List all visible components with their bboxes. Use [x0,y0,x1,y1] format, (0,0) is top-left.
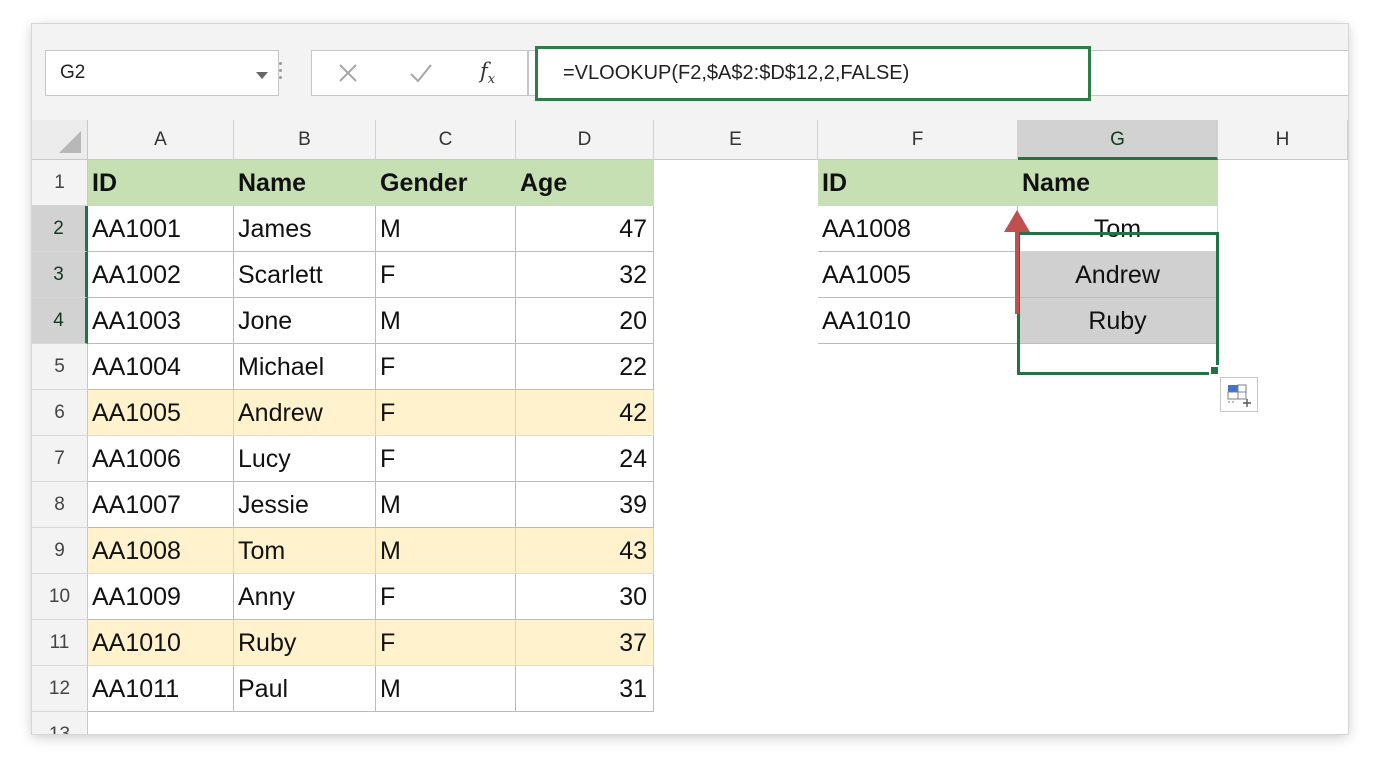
cell-b11[interactable]: Ruby [234,620,376,666]
cell-g4[interactable]: Ruby [1018,298,1218,344]
column-header-a[interactable]: A [88,120,234,160]
column-header-e[interactable]: E [654,120,818,160]
cell-f3[interactable]: AA1005 [818,252,1018,298]
name-box-value: G2 [60,62,86,83]
cell-b12[interactable]: Paul [234,666,376,712]
cell-b8[interactable]: Jessie [234,482,376,528]
worksheet-grid: A B C D E F G H 1 2 3 4 5 6 7 8 9 10 11 … [32,120,1348,734]
row-header-13[interactable]: 13 [32,712,88,734]
cell-a9[interactable]: AA1008 [88,528,234,574]
cell-d6[interactable]: 42 [516,390,654,436]
row-header-12[interactable]: 12 [32,666,88,712]
cell-a10[interactable]: AA1009 [88,574,234,620]
formula-text: =VLOOKUP(F2,$A$2:$D$12,2,FALSE) [563,62,910,84]
cell-b1[interactable]: Name [234,160,376,206]
fill-handle[interactable] [1209,365,1220,376]
cell-d11[interactable]: 37 [516,620,654,666]
insert-function-icon[interactable]: fx [480,59,495,87]
cell-c4[interactable]: M [376,298,516,344]
name-box[interactable]: G2 [45,50,279,96]
grip-icon[interactable] [274,58,286,88]
row-header-6[interactable]: 6 [32,390,88,436]
cell-d12[interactable]: 31 [516,666,654,712]
cell-d5[interactable]: 22 [516,344,654,390]
formula-highlight[interactable]: =VLOOKUP(F2,$A$2:$D$12,2,FALSE) [535,46,1091,101]
cell-c7[interactable]: F [376,436,516,482]
cell-g2[interactable]: Tom [1018,206,1218,252]
cell-a5[interactable]: AA1004 [88,344,234,390]
cell-b6[interactable]: Andrew [234,390,376,436]
column-header-f[interactable]: F [818,120,1018,160]
column-header-d[interactable]: D [516,120,654,160]
cell-d10[interactable]: 30 [516,574,654,620]
cell-b3[interactable]: Scarlett [234,252,376,298]
formula-actions: fx [311,50,528,96]
cell-f4[interactable]: AA1010 [818,298,1018,344]
cell-d4[interactable]: 20 [516,298,654,344]
cell-a2[interactable]: AA1001 [88,206,234,252]
cell-d2[interactable]: 47 [516,206,654,252]
row-header-3[interactable]: 3 [32,252,88,298]
cell-a12[interactable]: AA1011 [88,666,234,712]
excel-window: G2 fx =VLOOKUP(F2,$A$2:$D$12,2,FALSE) A … [32,24,1348,734]
cell-c9[interactable]: M [376,528,516,574]
cell-f2[interactable]: AA1008 [818,206,1018,252]
cell-a8[interactable]: AA1007 [88,482,234,528]
formula-bar: G2 fx =VLOOKUP(F2,$A$2:$D$12,2,FALSE) [32,24,1348,120]
cell-a7[interactable]: AA1006 [88,436,234,482]
cell-d9[interactable]: 43 [516,528,654,574]
cell-b9[interactable]: Tom [234,528,376,574]
cell-f1[interactable]: ID [818,160,1018,206]
cell-b10[interactable]: Anny [234,574,376,620]
column-header-c[interactable]: C [376,120,516,160]
cell-a6[interactable]: AA1005 [88,390,234,436]
column-header-h[interactable]: H [1218,120,1348,160]
cell-c3[interactable]: F [376,252,516,298]
cell-c5[interactable]: F [376,344,516,390]
row-header-1[interactable]: 1 [32,160,88,206]
close-icon[interactable] [336,61,360,90]
select-all-corner[interactable] [32,120,88,160]
row-header-9[interactable]: 9 [32,528,88,574]
row-header-10[interactable]: 10 [32,574,88,620]
cell-b7[interactable]: Lucy [234,436,376,482]
row-header-8[interactable]: 8 [32,482,88,528]
cell-c11[interactable]: F [376,620,516,666]
row-header-2[interactable]: 2 [32,206,88,252]
cell-c2[interactable]: M [376,206,516,252]
cell-c10[interactable]: F [376,574,516,620]
cell-c12[interactable]: M [376,666,516,712]
cell-c1[interactable]: Gender [376,160,516,206]
cell-b2[interactable]: James [234,206,376,252]
row-header-5[interactable]: 5 [32,344,88,390]
arrow-up-icon [1004,210,1030,314]
cell-a4[interactable]: AA1003 [88,298,234,344]
cell-a11[interactable]: AA1010 [88,620,234,666]
column-header-b[interactable]: B [234,120,376,160]
check-icon[interactable] [408,61,434,90]
cell-b5[interactable]: Michael [234,344,376,390]
cell-d3[interactable]: 32 [516,252,654,298]
cell-c6[interactable]: F [376,390,516,436]
column-header-g[interactable]: G [1018,120,1218,160]
cell-d8[interactable]: 39 [516,482,654,528]
row-header-11[interactable]: 11 [32,620,88,666]
cell-a1[interactable]: ID [88,160,234,206]
row-header-4[interactable]: 4 [32,298,88,344]
cell-a3[interactable]: AA1002 [88,252,234,298]
cell-c8[interactable]: M [376,482,516,528]
cell-d7[interactable]: 24 [516,436,654,482]
cell-g3[interactable]: Andrew [1018,252,1218,298]
auto-fill-options-icon[interactable] [1220,377,1258,412]
cell-g1[interactable]: Name [1018,160,1218,206]
chevron-down-icon[interactable] [256,67,268,85]
row-header-7[interactable]: 7 [32,436,88,482]
cell-d1[interactable]: Age [516,160,654,206]
cell-b4[interactable]: Jone [234,298,376,344]
